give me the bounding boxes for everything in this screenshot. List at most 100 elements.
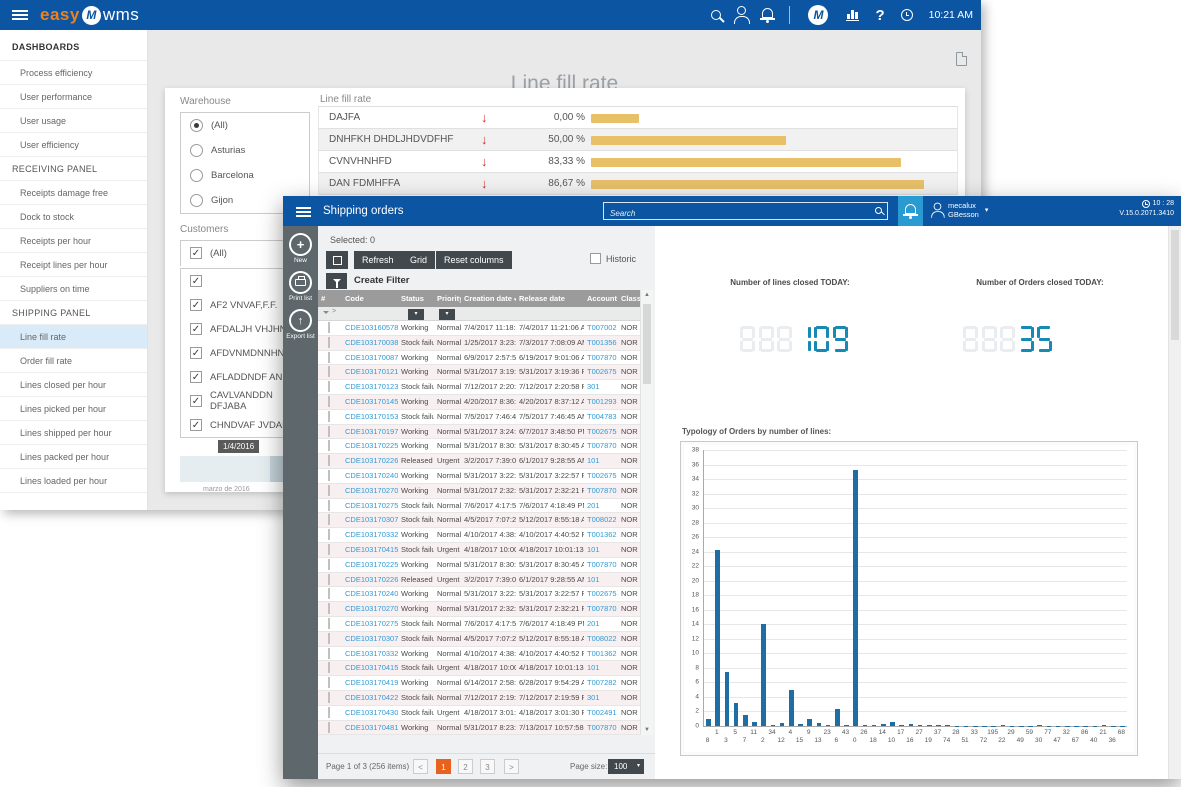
order-code-link[interactable]: CDE1031702702 — [342, 602, 398, 616]
account-link[interactable]: 101 — [584, 543, 618, 557]
sidebar-item[interactable]: User usage — [0, 109, 147, 133]
row-select[interactable] — [318, 439, 342, 453]
menu-icon[interactable] — [296, 207, 311, 209]
table-row[interactable]: CDE1031702268 Released Urgent 3/2/2017 7… — [318, 454, 640, 469]
table-row[interactable]: CDE1031702702 Working Normal 5/31/2017 2… — [318, 602, 640, 617]
warehouse-radio[interactable]: Barcelona — [181, 163, 309, 188]
row-select[interactable] — [318, 410, 342, 424]
table-row[interactable]: CDE1031701237 Stock failure Normal 7/12/… — [318, 380, 640, 395]
table-row[interactable]: CDE1031704153 Stock failure Urgent 4/18/… — [318, 661, 640, 676]
sidebar-item[interactable]: Lines shipped per hour — [0, 421, 147, 445]
page-number-button[interactable]: 2 — [458, 759, 473, 774]
order-code-link[interactable]: CDE1031605782 — [342, 321, 398, 335]
order-code-link[interactable]: CDE1031701971 — [342, 425, 398, 439]
sidebar-item[interactable]: Lines packed per hour — [0, 445, 147, 469]
table-row[interactable]: CDE1031704304 Stock failure Urgent 4/18/… — [318, 706, 640, 721]
row-select[interactable] — [318, 499, 342, 513]
help-icon[interactable]: ? — [875, 7, 884, 24]
col-priority[interactable]: Priority — [434, 290, 461, 307]
sidebar-item[interactable]: Process efficiency — [0, 61, 147, 85]
table-row[interactable]: CDE1031700388 Stock failure Normal 1/25/… — [318, 336, 640, 351]
sidebar-item[interactable]: Receipt lines per hour — [0, 253, 147, 277]
scrollbar-thumb[interactable] — [643, 304, 651, 384]
col-release-date[interactable]: Release date — [516, 290, 584, 307]
account-link[interactable]: 201 — [584, 617, 618, 631]
sidebar-item[interactable]: User performance — [0, 85, 147, 109]
rate-row[interactable]: DAJFA ↓ 0,00 % — [318, 107, 958, 129]
account-link[interactable]: T001293 — [584, 395, 618, 409]
table-row[interactable]: CDE1031703075 Stock failure Normal 4/5/2… — [318, 632, 640, 647]
reset-columns-button[interactable]: Reset columns — [436, 251, 512, 269]
table-row[interactable]: CDE1031704816 Working Normal 5/31/2017 8… — [318, 721, 640, 736]
order-code-link[interactable]: CDE1031702406 — [342, 469, 398, 483]
account-link[interactable]: T007870 — [584, 484, 618, 498]
search-icon[interactable] — [711, 10, 721, 20]
row-select[interactable] — [318, 469, 342, 483]
user-icon[interactable] — [737, 6, 746, 15]
order-code-link[interactable]: CDE1031704226 — [342, 691, 398, 705]
account-link[interactable]: 101 — [584, 661, 618, 675]
order-code-link[interactable]: CDE1031702250 — [342, 558, 398, 572]
col-account[interactable]: Account — [584, 290, 618, 307]
order-code-link[interactable]: CDE1031702702 — [342, 484, 398, 498]
page-size-select[interactable]: 100 — [608, 759, 644, 774]
account-link[interactable]: T008022 — [584, 513, 618, 527]
sidebar-item[interactable]: Lines picked per hour — [0, 397, 147, 421]
export-report-icon[interactable] — [956, 52, 967, 66]
sidebar-item[interactable]: User efficiency — [0, 133, 147, 157]
row-select[interactable] — [318, 351, 342, 365]
table-row[interactable]: CDE1031702754 Stock failure Normal 7/6/2… — [318, 617, 640, 632]
table-row[interactable]: CDE1031702268 Released Urgent 3/2/2017 7… — [318, 573, 640, 588]
row-select[interactable] — [318, 321, 342, 335]
order-code-link[interactable]: CDE1031702250 — [342, 439, 398, 453]
col-select[interactable]: # — [318, 290, 342, 307]
order-code-link[interactable]: CDE1031702268 — [342, 573, 398, 587]
order-code-link[interactable]: CDE1031704153 — [342, 661, 398, 675]
order-code-link[interactable]: CDE1031704816 — [342, 721, 398, 735]
panel-scrollbar[interactable] — [1168, 226, 1181, 779]
new-button[interactable]: + New — [283, 233, 318, 264]
col-creation-date[interactable]: Creation date ▾ — [461, 290, 516, 307]
sidebar-item[interactable]: SHIPPING PANEL — [0, 301, 147, 325]
mecalux-icon[interactable]: M — [808, 5, 828, 25]
row-select[interactable] — [318, 454, 342, 468]
rate-row[interactable]: DNHFKH DHDLJHDVDFHF ↓ 50,00 % — [318, 129, 958, 151]
sidebar-item[interactable]: DASHBOARDS — [0, 30, 147, 61]
account-link[interactable]: 201 — [584, 499, 618, 513]
account-link[interactable]: T007870 — [584, 602, 618, 616]
account-link[interactable]: T007870 — [584, 721, 618, 735]
chart-icon[interactable] — [846, 9, 859, 21]
select-all-button[interactable] — [326, 251, 348, 269]
account-link[interactable]: T002675 — [584, 469, 618, 483]
col-status[interactable]: Status — [398, 290, 434, 307]
search-icon[interactable] — [875, 207, 882, 214]
row-select[interactable] — [318, 395, 342, 409]
sidebar-item[interactable]: Receipts damage free — [0, 181, 147, 205]
account-link[interactable]: T002675 — [584, 365, 618, 379]
row-select[interactable] — [318, 336, 342, 350]
order-code-link[interactable]: CDE1031702754 — [342, 617, 398, 631]
table-row[interactable]: CDE1031702406 Working Normal 5/31/2017 3… — [318, 469, 640, 484]
prev-page-button[interactable]: < — [413, 759, 428, 774]
rate-row[interactable]: CVNVHNHFD ↓ 83,33 % — [318, 151, 958, 173]
row-select[interactable] — [318, 484, 342, 498]
table-row[interactable]: CDE1031605782 Working Normal 7/4/2017 11… — [318, 321, 640, 336]
menu-icon[interactable] — [12, 10, 28, 12]
account-link[interactable]: T007282 — [584, 676, 618, 690]
bell-icon[interactable] — [762, 8, 773, 18]
account-link[interactable]: T002491 — [584, 706, 618, 720]
table-row[interactable]: CDE1031700871 Working Normal 6/9/2017 2:… — [318, 351, 640, 366]
table-row[interactable]: CDE1031701214 Working Normal 5/31/2017 3… — [318, 365, 640, 380]
account-link[interactable]: 101 — [584, 573, 618, 587]
order-code-link[interactable]: CDE1031701456 — [342, 395, 398, 409]
priority-filter-dropdown[interactable]: ▾ — [439, 309, 455, 320]
account-link[interactable]: T007002 — [584, 321, 618, 335]
account-link[interactable]: T002675 — [584, 425, 618, 439]
scrollbar-thumb[interactable] — [1171, 230, 1179, 340]
scroll-down-icon[interactable]: ▼ — [641, 727, 653, 733]
row-select[interactable] — [318, 365, 342, 379]
row-select[interactable] — [318, 513, 342, 527]
sidebar-item[interactable]: Line fill rate — [0, 325, 147, 349]
account-link[interactable]: T004783 — [584, 410, 618, 424]
sidebar-item[interactable]: Lines closed per hour — [0, 373, 147, 397]
